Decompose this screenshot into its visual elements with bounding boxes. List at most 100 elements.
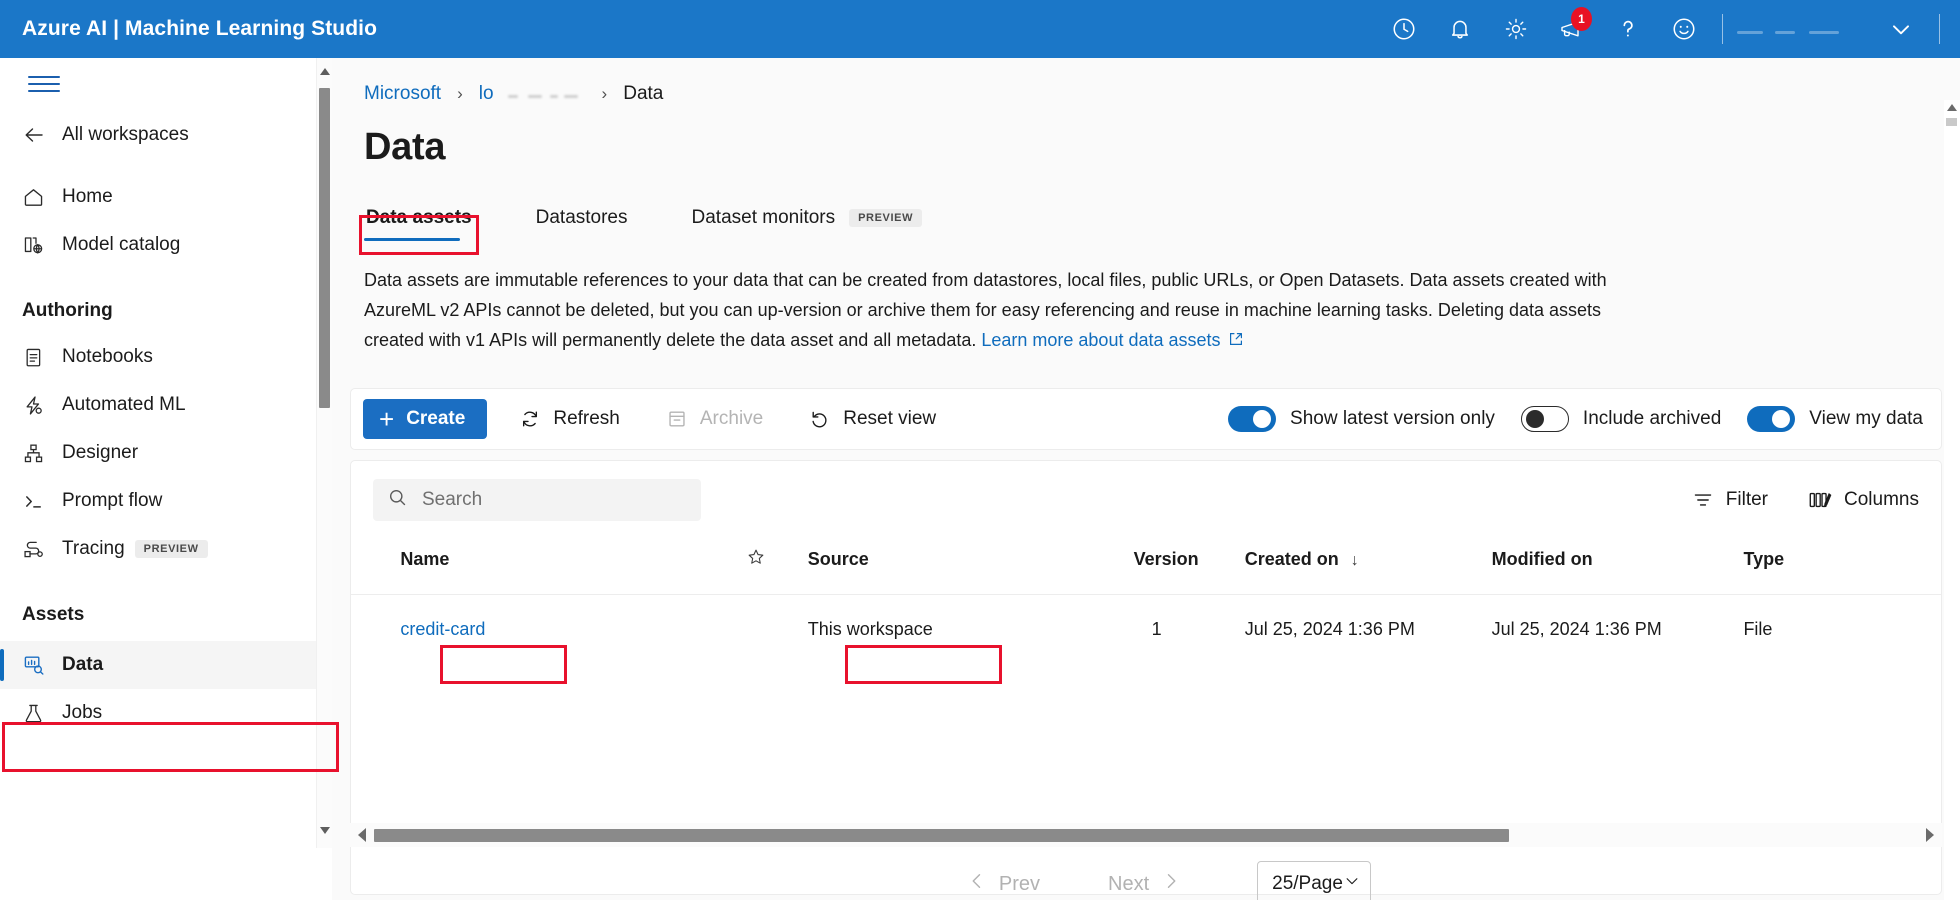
sidebar-item-tracing[interactable]: Tracing PREVIEW	[0, 525, 320, 573]
refresh-button[interactable]: Refresh	[505, 399, 634, 439]
scroll-down-arrow-icon[interactable]	[320, 827, 330, 834]
question-help-icon[interactable]	[1600, 0, 1656, 58]
columns-edit-icon	[1808, 489, 1832, 511]
topbar-actions: 1	[1376, 0, 1960, 58]
star-favorite-icon[interactable]	[746, 551, 766, 571]
columns-button-label: Columns	[1844, 489, 1919, 511]
scroll-right-arrow-icon[interactable]	[1926, 828, 1934, 842]
sidebar-item-jobs[interactable]: Jobs	[0, 689, 320, 737]
page-size-select[interactable]: 25/Page	[1257, 861, 1371, 900]
reset-view-button[interactable]: Reset view	[795, 399, 950, 439]
sidebar-item-automated-ml[interactable]: Automated ML	[0, 381, 320, 429]
toggle-show-latest-version-only[interactable]: Show latest version only	[1228, 406, 1495, 432]
sidebar-item-notebooks[interactable]: Notebooks	[0, 333, 320, 381]
sidebar-item-label: Designer	[62, 442, 138, 464]
sidebar-vertical-scrollbar[interactable]	[316, 58, 332, 848]
tab-data-assets[interactable]: Data assets	[362, 207, 476, 241]
table-row[interactable]: credit-card This workspace 1 Jul 25, 202…	[351, 595, 1941, 665]
home-icon	[22, 186, 56, 209]
search-box[interactable]	[373, 479, 701, 521]
header-label: Created on	[1245, 549, 1339, 569]
table-body: credit-card This workspace 1 Jul 25, 202…	[351, 595, 1941, 665]
toggle-knob	[1772, 410, 1790, 428]
columns-button[interactable]: Columns	[1808, 489, 1919, 511]
table-tool-buttons: Filter Columns	[1652, 489, 1919, 511]
tab-dataset-monitors[interactable]: Dataset monitors PREVIEW	[688, 207, 927, 241]
search-input[interactable]	[422, 489, 672, 511]
sidebar-item-data[interactable]: Data	[0, 641, 320, 689]
toggle-switch[interactable]	[1747, 406, 1795, 432]
breadcrumb-item-workspace[interactable]: lo	[479, 83, 494, 105]
notebook-icon	[22, 346, 56, 369]
designer-icon	[22, 442, 56, 465]
toggle-switch[interactable]	[1228, 406, 1276, 432]
command-bar: + Create Refresh Archive	[350, 388, 1942, 450]
scroll-up-arrow-icon[interactable]	[1947, 104, 1957, 111]
main-content-area: Microsoft › lo › Data Data Data assets D…	[332, 58, 1960, 900]
sidebar-item-all-workspaces[interactable]: All workspaces	[0, 111, 320, 159]
search-icon	[387, 487, 408, 513]
chevron-down-icon[interactable]	[1873, 0, 1929, 58]
sidebar-item-model-catalog[interactable]: Model catalog	[0, 221, 320, 269]
smiley-feedback-icon[interactable]	[1656, 0, 1712, 58]
toggle-include-archived[interactable]: Include archived	[1521, 406, 1721, 432]
cell-created-on: Jul 25, 2024 1:36 PM	[1245, 595, 1492, 665]
cell-name-link[interactable]: credit-card	[400, 619, 485, 639]
left-sidebar: All workspaces Home Model catalog Author…	[0, 58, 320, 900]
bell-notification-icon[interactable]	[1432, 0, 1488, 58]
table-header-type[interactable]: Type	[1743, 539, 1941, 595]
clock-history-icon[interactable]	[1376, 0, 1432, 58]
prev-page-button: Prev	[955, 871, 1040, 897]
table-header-name[interactable]: Name	[400, 539, 746, 595]
hamburger-menu-icon[interactable]	[28, 76, 60, 92]
table-horizontal-scrollbar[interactable]	[350, 823, 1942, 847]
breadcrumb-separator-icon: ›	[602, 84, 608, 104]
cell-name: credit-card	[400, 595, 746, 665]
spacer	[0, 573, 320, 593]
archive-box-icon	[666, 408, 688, 430]
sidebar-item-home[interactable]: Home	[0, 173, 320, 221]
page-title: Data	[332, 126, 1960, 169]
tab-datastores[interactable]: Datastores	[532, 207, 632, 241]
scrollbar-track[interactable]	[374, 829, 1918, 842]
table-header-favorite[interactable]	[746, 539, 808, 595]
cell-favorite[interactable]	[746, 595, 808, 665]
scrollbar-thumb[interactable]	[319, 88, 330, 408]
table-header-modified-on[interactable]: Modified on	[1492, 539, 1744, 595]
chevron-down-icon	[1343, 872, 1361, 896]
next-page-label: Next	[1108, 873, 1149, 896]
tab-bar: Data assets Datastores Dataset monitors …	[332, 197, 1960, 241]
scrollbar-thumb[interactable]	[374, 829, 1509, 842]
sidebar-item-prompt-flow[interactable]: Prompt flow	[0, 477, 320, 525]
table-header-created-on[interactable]: Created on ↓	[1245, 539, 1492, 595]
header-label: Modified on	[1492, 549, 1593, 569]
gear-settings-icon[interactable]	[1488, 0, 1544, 58]
tab-label: Datastores	[536, 207, 628, 229]
pagination-bar: Prev Next 25/Page	[350, 853, 1942, 900]
table-header-version[interactable]: Version	[1134, 539, 1245, 595]
scrollbar-thumb[interactable]	[1946, 118, 1957, 126]
active-tab-underline	[364, 238, 460, 241]
scroll-up-arrow-icon[interactable]	[320, 68, 330, 75]
model-catalog-icon	[22, 234, 56, 257]
top-navigation-bar: Azure AI | Machine Learning Studio	[0, 0, 1960, 58]
breadcrumb-item-microsoft[interactable]: Microsoft	[364, 83, 441, 105]
archive-button-label: Archive	[700, 408, 763, 430]
create-button[interactable]: + Create	[363, 399, 487, 439]
tab-label: Data assets	[366, 207, 472, 229]
toggle-view-my-data[interactable]: View my data	[1747, 406, 1923, 432]
table-header-source[interactable]: Source	[808, 539, 1134, 595]
megaphone-feedback-icon[interactable]: 1	[1544, 0, 1600, 58]
sidebar-item-label: Jobs	[62, 702, 102, 724]
scroll-left-arrow-icon[interactable]	[358, 828, 366, 842]
automated-ml-icon	[22, 394, 56, 417]
sidebar-item-designer[interactable]: Designer	[0, 429, 320, 477]
filter-button[interactable]: Filter	[1692, 489, 1768, 511]
view-toggles: Show latest version only Include archive…	[1228, 406, 1941, 432]
toggle-switch[interactable]	[1521, 406, 1569, 432]
external-link-icon	[1228, 326, 1244, 356]
refresh-button-label: Refresh	[553, 408, 620, 430]
learn-more-link[interactable]: Learn more about data assets	[981, 330, 1220, 350]
page-vertical-scrollbar[interactable]	[1944, 100, 1960, 900]
prompt-flow-icon	[22, 490, 56, 513]
